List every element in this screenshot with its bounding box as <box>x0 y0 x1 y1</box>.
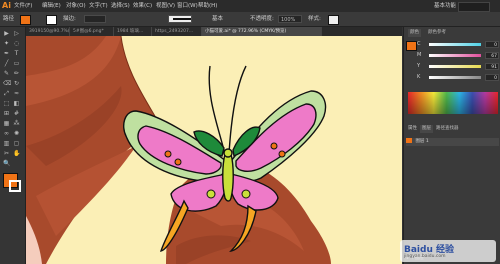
selection-type-label: 路径 <box>3 16 15 22</box>
watermark-sub: jingyan.baidu.com <box>404 254 446 259</box>
magic-wand-icon[interactable]: ✦ <box>3 41 10 47</box>
selection-tool-icon[interactable]: ▶ <box>3 31 10 37</box>
brush-label: 基本 <box>212 16 224 22</box>
pen-tool-icon[interactable]: ✒ <box>3 51 10 57</box>
app-logo: Ai <box>2 1 11 10</box>
hand-tool-icon[interactable]: ✋ <box>13 151 20 157</box>
body <box>222 153 234 202</box>
layer-color-icon <box>406 138 412 143</box>
perspective-grid-icon[interactable]: ⊞ <box>3 111 10 117</box>
menu-item[interactable]: 窗口(W) <box>177 0 198 12</box>
color-spectrum[interactable] <box>408 92 498 114</box>
slider-track[interactable] <box>429 43 481 46</box>
pencil-icon[interactable]: ✏ <box>13 71 20 77</box>
slider-value-field[interactable]: 0 <box>485 41 499 48</box>
artwork <box>26 36 331 264</box>
tab-color[interactable]: 颜色 <box>408 29 421 37</box>
blend-tool-icon[interactable]: ∞ <box>3 131 10 137</box>
eyedropper-icon[interactable]: ⁂ <box>13 121 20 127</box>
document-tab[interactable]: 5#图@6.png* <box>70 27 114 36</box>
free-transform-icon[interactable]: ⬚ <box>3 101 10 107</box>
control-fill-swatch[interactable] <box>20 15 31 25</box>
search-input[interactable] <box>458 2 490 12</box>
menu-item[interactable]: 编辑(E) <box>42 0 61 12</box>
rectangle-tool-icon[interactable]: ▭ <box>13 61 20 67</box>
document-tab[interactable]: https_2493207... <box>152 27 202 36</box>
layers-panel-tab[interactable]: 路径查找器 <box>434 125 461 133</box>
layer-row[interactable]: 图层 1 <box>406 138 499 146</box>
style-label: 样式: <box>308 16 321 22</box>
control-bar: 路径 描边: 基本 不透明度: 100% 样式: <box>0 12 500 27</box>
menu-item[interactable]: 视图(V) <box>156 0 175 12</box>
direct-selection-tool-icon[interactable]: ▷ <box>13 31 20 37</box>
document-tab[interactable]: 1984 玻璃... <box>114 27 152 36</box>
slider-track[interactable] <box>429 65 481 68</box>
lasso-icon[interactable]: ◌ <box>13 41 20 47</box>
tab-color-guide[interactable]: 颜色参考 <box>426 29 448 37</box>
brush-stroke-icon <box>173 18 191 20</box>
style-swatch[interactable] <box>328 15 339 25</box>
scale-tool-icon[interactable]: ⤢ <box>3 91 10 97</box>
slider-track[interactable] <box>429 76 481 79</box>
slice-tool-icon[interactable]: ✂ <box>3 151 10 157</box>
menu-bar: Ai 文件(F) 编辑(E) 对象(O) 文字(T) 选择(S) 效果(C) 视图(V) 窗口… <box>0 0 500 12</box>
artboard-canvas[interactable] <box>26 36 402 264</box>
slider-label: Y <box>417 63 421 69</box>
gradient-tool-icon[interactable]: ▦ <box>3 121 10 127</box>
menu-item[interactable]: 对象(O) <box>66 0 86 12</box>
document-tab[interactable]: 小猫可爱.ai* @ 772.96% (CMYK/预览) <box>202 27 322 36</box>
column-graph-icon[interactable]: ▥ <box>3 141 10 147</box>
type-tool-icon[interactable]: T <box>13 51 20 57</box>
symbol-sprayer-icon[interactable]: ✺ <box>13 131 20 137</box>
opacity-label: 不透明度: <box>250 16 274 22</box>
eraser-icon[interactable]: ⌫ <box>3 81 11 87</box>
paintbrush-icon[interactable]: ✎ <box>3 71 10 77</box>
workspace-switcher[interactable]: 基本功能 <box>434 0 456 12</box>
rotate-tool-icon[interactable]: ↻ <box>13 81 20 87</box>
shape-builder-icon[interactable]: ◧ <box>13 101 20 107</box>
stroke-weight-dropdown[interactable] <box>84 15 106 23</box>
menu-item[interactable]: 文件(F) <box>14 0 32 12</box>
slider-track[interactable] <box>429 54 481 57</box>
watermark: Baidu 经验 jingyan.baidu.com <box>400 240 496 262</box>
brush-preview[interactable] <box>168 15 192 23</box>
panel-fill-swatch[interactable] <box>406 41 417 51</box>
toolbox-stroke-swatch[interactable] <box>9 180 21 192</box>
menu-item[interactable]: 文字(T) <box>89 0 108 12</box>
head <box>223 148 233 158</box>
menu-item[interactable]: 选择(S) <box>111 0 130 12</box>
artboard-tool-icon[interactable]: ▢ <box>13 141 20 147</box>
opacity-field[interactable]: 100% <box>278 15 302 23</box>
slider-value-field[interactable]: 67 <box>485 52 499 59</box>
slider-value-field[interactable]: 0 <box>485 74 499 81</box>
document-tab[interactable]: 3919150@90.7%(R) <box>26 27 70 36</box>
line-tool-icon[interactable]: ╱ <box>3 61 10 67</box>
zoom-tool-icon[interactable]: 🔍 <box>3 161 10 167</box>
stroke-weight-label: 描边: <box>63 16 76 22</box>
document-tabs: 3919150@90.7%(R) 5#图@6.png* 1984 玻璃... http… <box>26 27 402 36</box>
layers-panel-tab[interactable]: 图层 <box>420 125 433 133</box>
layer-name: 图层 1 <box>415 139 429 144</box>
slider-label: K <box>417 74 421 80</box>
control-stroke-swatch[interactable] <box>46 15 57 25</box>
menu-item[interactable]: 效果(C) <box>133 0 152 12</box>
slider-label: M <box>417 52 422 58</box>
slider-value-field[interactable]: 91 <box>485 63 499 70</box>
mesh-tool-icon[interactable]: # <box>13 111 20 117</box>
right-panels: 颜色 颜色参考 C0M67Y91K0 属性图层路径查找器 图层 1 1 个图层 <box>403 27 500 264</box>
width-tool-icon[interactable]: ≈ <box>13 91 20 97</box>
tools-panel: ▶ ▷ ✦ ◌ ✒ T ╱ ▭ ✎ ✏ ⌫ ↻ ⤢ ≈ ⬚ ◧ ⊞ # ▦ ⁂ ∞ ✺ ▥ ▢ ✂ ✋ 🔍 <box>0 27 26 264</box>
slider-label: C <box>417 41 421 47</box>
layers-panel-tab[interactable]: 属性 <box>406 125 419 133</box>
menu-item[interactable]: 帮助(H) <box>198 0 217 12</box>
